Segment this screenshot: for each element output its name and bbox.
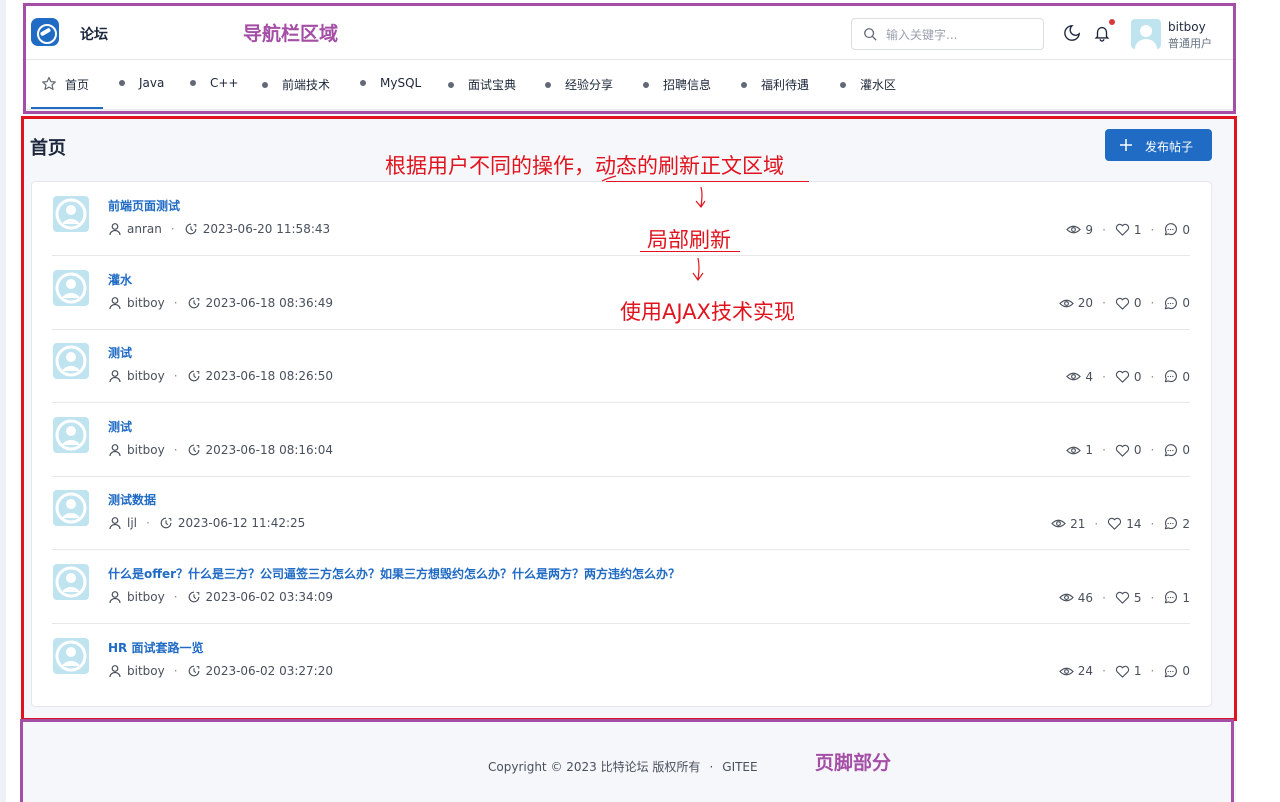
nav-area-annotation-box	[23, 3, 1236, 114]
page: 论坛 bitboy 普通用户 首页 Java C++ 前端技术 MySQL 面试…	[0, 0, 1280, 802]
ajax-annotation: 使用AJAX技术实现	[620, 300, 795, 324]
annotation-arrow-down-icon	[695, 186, 706, 209]
main-refresh-annotation: 根据用户不同的操作，动态的刷新正文区域	[385, 154, 784, 178]
main-area-annotation-box	[21, 116, 1237, 721]
annotation-arrow-down-icon	[692, 257, 704, 282]
footer-area-annotation-box	[20, 719, 1234, 802]
annotation-underline	[606, 181, 809, 182]
nav-area-annotation: 导航栏区域	[243, 23, 339, 45]
partial-refresh-annotation: 局部刷新	[647, 228, 731, 252]
annotation-arrow-left-icon	[601, 175, 617, 182]
footer-area-annotation: 页脚部分	[815, 752, 892, 774]
left-edge	[0, 0, 6, 802]
annotation-underline	[640, 251, 740, 252]
